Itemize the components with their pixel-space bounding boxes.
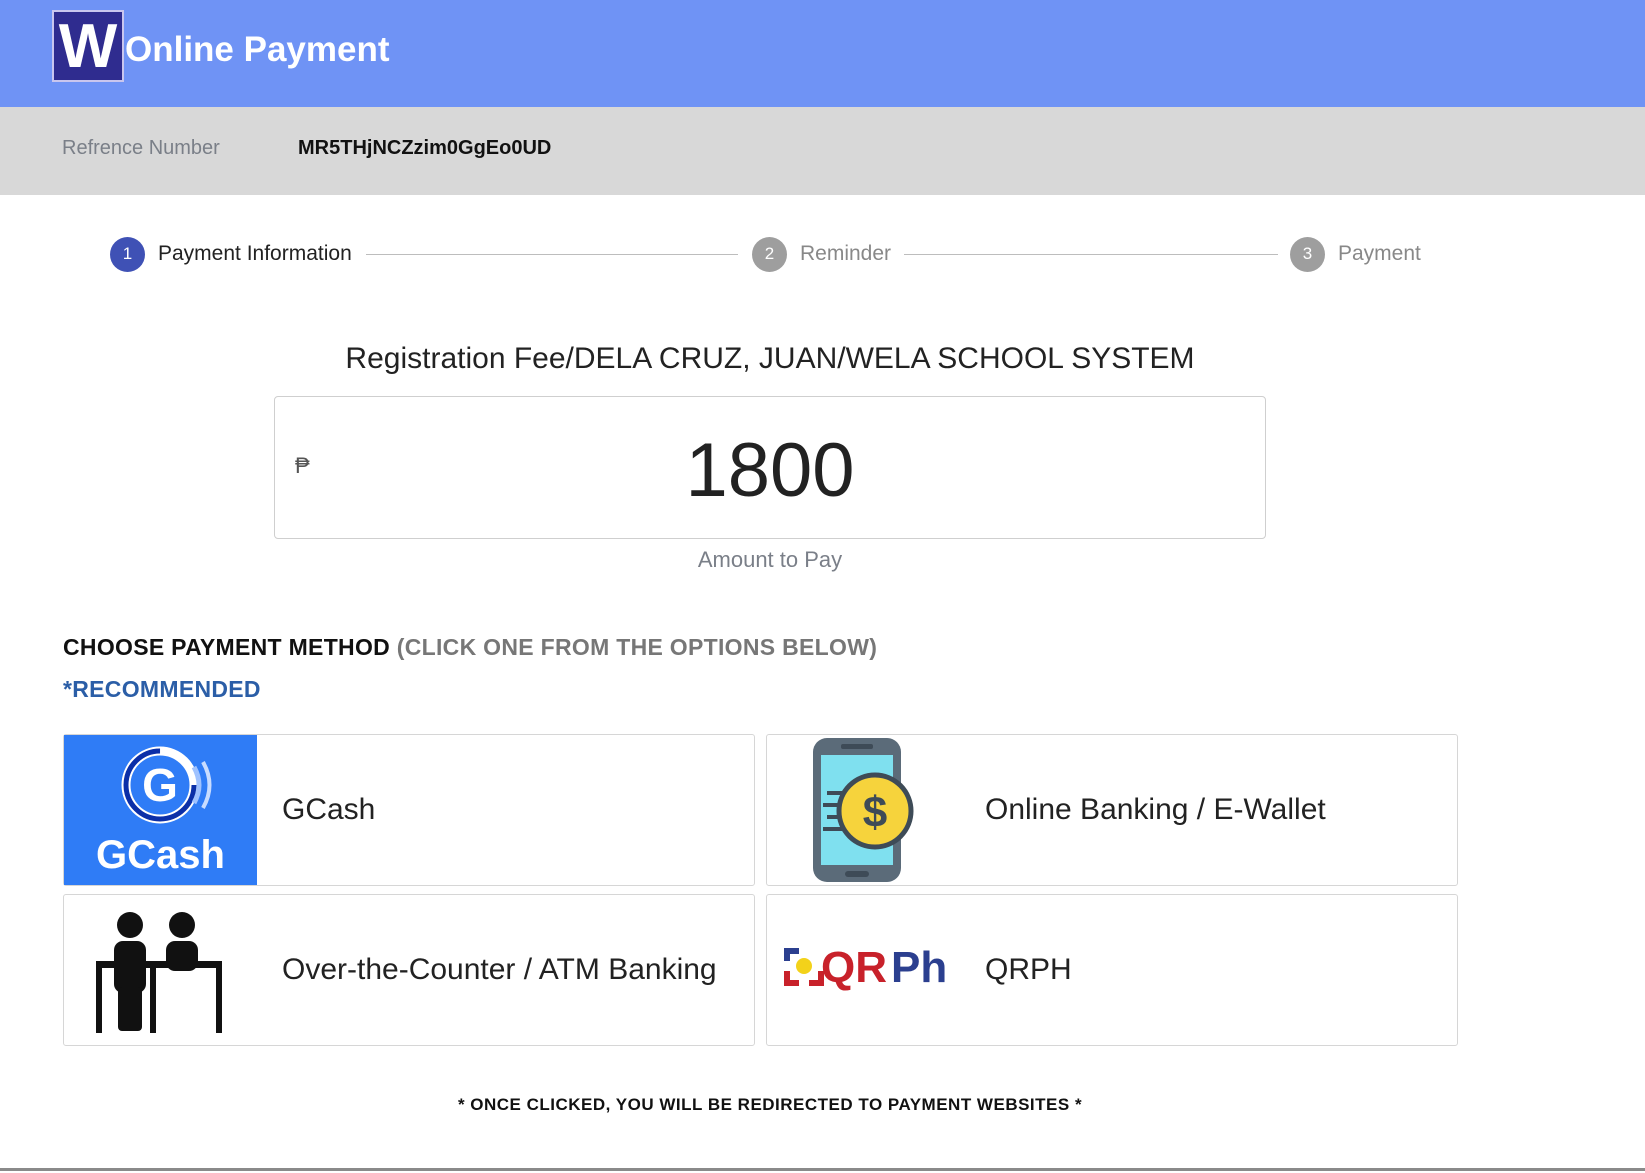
phone-dollar-icon: $ bbox=[807, 735, 927, 890]
payment-option-qrph[interactable]: QR Ph QRPH bbox=[766, 894, 1458, 1046]
step-label: Reminder bbox=[800, 242, 892, 265]
top-header: W Online Payment bbox=[0, 0, 1645, 107]
step-label: Payment bbox=[1338, 242, 1421, 265]
payment-option-label: GCash bbox=[282, 793, 376, 826]
redirect-notice: * ONCE CLICKED, YOU WILL BE REDIRECTED T… bbox=[457, 1095, 1083, 1114]
bottom-divider bbox=[0, 1168, 1645, 1171]
gcash-logo-text: GCash bbox=[96, 833, 225, 877]
svg-text:$: $ bbox=[863, 788, 887, 837]
step-connector bbox=[904, 254, 1278, 255]
recommended-label: *RECOMMENDED bbox=[63, 676, 261, 702]
payment-option-label: QRPH bbox=[985, 953, 1072, 986]
step-label: Payment Information bbox=[158, 242, 352, 265]
gcash-logo-icon: G GCash bbox=[64, 735, 257, 885]
step-number: 1 bbox=[110, 236, 145, 272]
qrph-logo-icon: QR Ph bbox=[783, 939, 963, 999]
qrph-logo-qr: QR bbox=[821, 943, 887, 992]
payment-option-label: Online Banking / E-Wallet bbox=[985, 793, 1326, 826]
progress-stepper: 1 Payment Information 2 Reminder 3 Payme… bbox=[0, 234, 1645, 274]
qrph-logo-ph: Ph bbox=[891, 943, 948, 992]
step-payment-information: 1 Payment Information bbox=[110, 236, 352, 272]
payment-option-over-the-counter[interactable]: Over-the-Counter / ATM Banking bbox=[63, 894, 755, 1046]
heading-main: CHOOSE PAYMENT METHOD bbox=[63, 634, 391, 660]
reference-number: MR5THjNCZzim0GgEo0UD bbox=[298, 137, 552, 159]
payment-option-online-banking[interactable]: $ Online Banking / E-Wallet bbox=[766, 734, 1458, 886]
page-title: Online Payment bbox=[125, 30, 390, 69]
step-reminder: 2 Reminder bbox=[752, 236, 891, 272]
svg-text:G: G bbox=[142, 759, 178, 811]
app-logo: W bbox=[52, 10, 124, 82]
reference-bar: Refrence Number MR5THjNCZzim0GgEo0UD bbox=[0, 107, 1645, 195]
step-payment: 3 Payment bbox=[1290, 236, 1421, 272]
amount-caption: Amount to Pay bbox=[697, 547, 843, 572]
payment-option-gcash[interactable]: G GCash GCash bbox=[63, 734, 755, 886]
payment-option-label: Over-the-Counter / ATM Banking bbox=[282, 953, 717, 986]
amount-display: ₱ 1800 bbox=[274, 396, 1266, 539]
counter-people-icon bbox=[94, 909, 224, 1038]
fee-description: Registration Fee/DELA CRUZ, JUAN/WELA SC… bbox=[345, 342, 1195, 375]
heading-sub: (CLICK ONE FROM THE OPTIONS BELOW) bbox=[396, 634, 878, 660]
step-connector bbox=[366, 254, 738, 255]
step-number: 3 bbox=[1290, 236, 1325, 272]
payment-method-heading: CHOOSE PAYMENT METHOD (CLICK ONE FROM TH… bbox=[63, 634, 877, 661]
amount-value: 1800 bbox=[685, 428, 855, 513]
reference-label: Refrence Number bbox=[62, 137, 220, 159]
step-number: 2 bbox=[752, 236, 787, 272]
